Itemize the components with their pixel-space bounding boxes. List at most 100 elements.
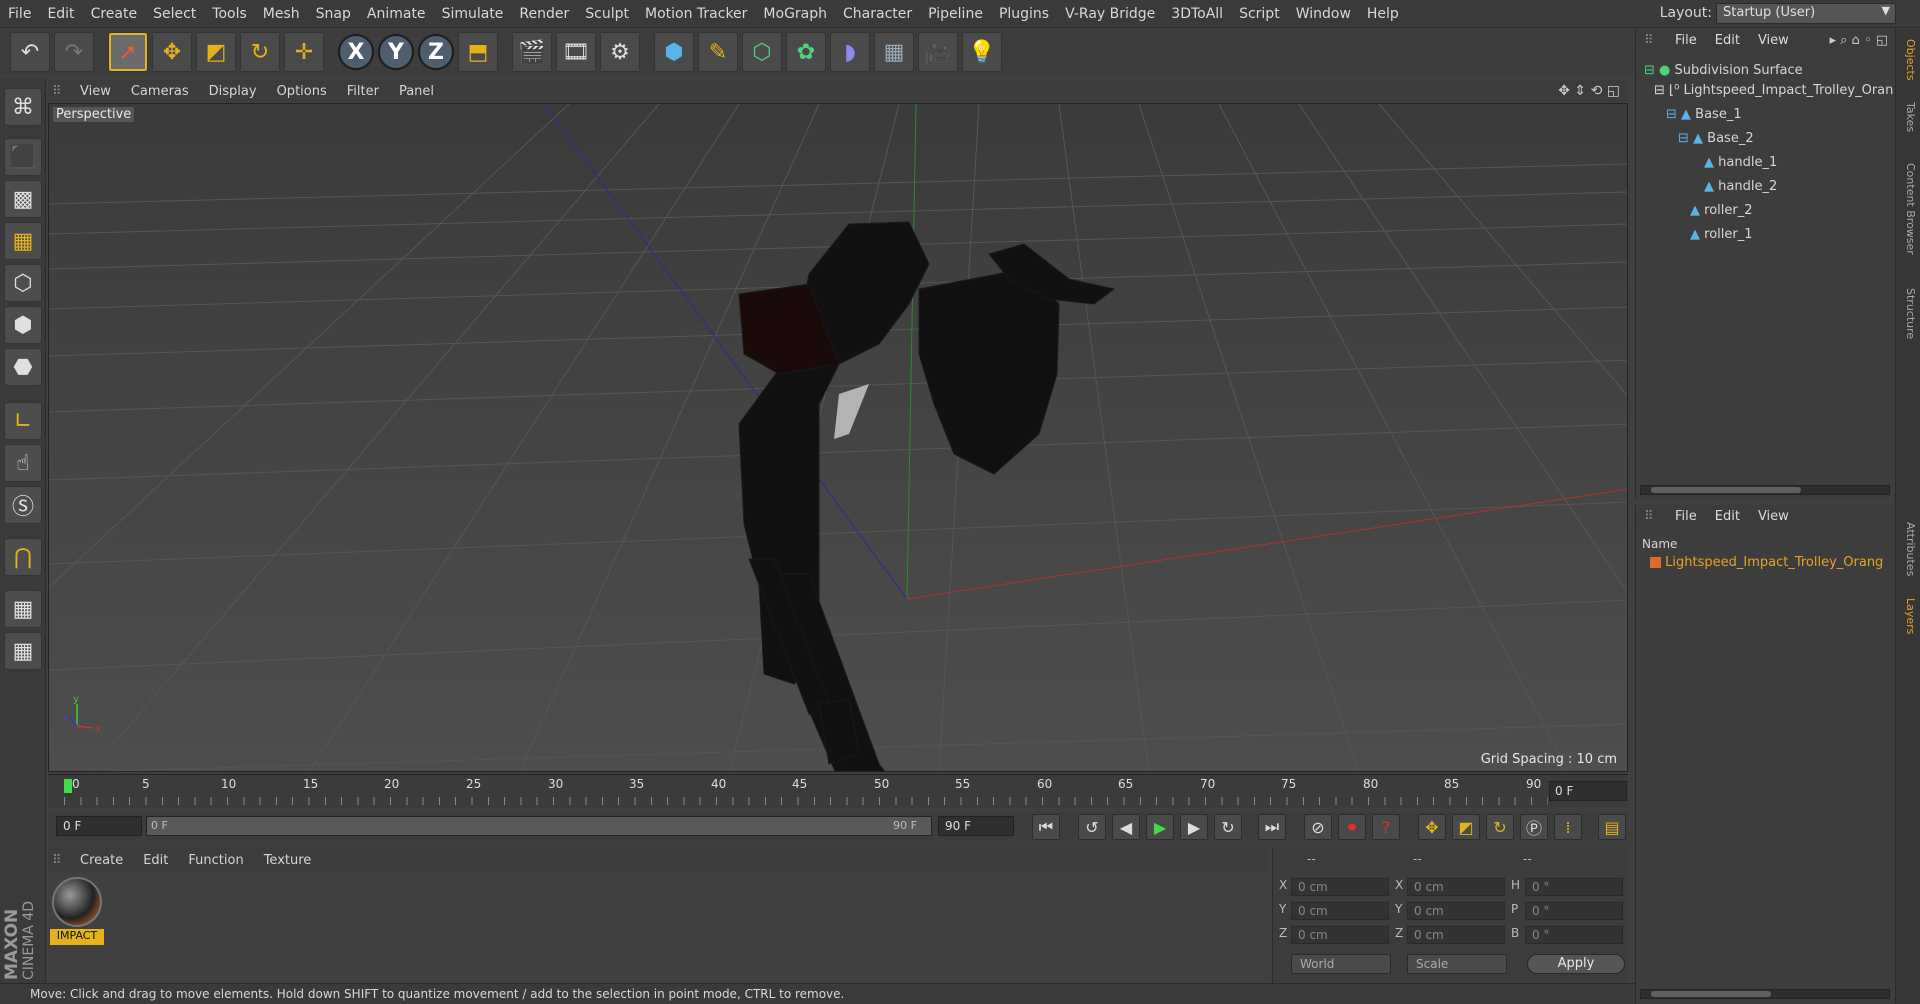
menu-sculpt[interactable]: Sculpt [577,6,637,22]
menu-script[interactable]: Script [1231,6,1288,22]
menu-create[interactable]: Create [83,6,146,22]
tab-layers[interactable]: Layers [1899,591,1917,641]
key-scale-icon[interactable]: ◩ [1452,814,1480,840]
tab-objects[interactable]: Objects [1899,35,1917,85]
z-axis-icon[interactable]: Z [418,34,454,70]
rotation-h-field[interactable]: 0 ° [1525,878,1623,896]
scale-z-field[interactable]: 0 cm [1407,926,1505,944]
tab-takes[interactable]: Takes [1899,97,1917,137]
render-settings-icon[interactable]: ⚙ [600,32,640,72]
tab-structure[interactable]: Structure [1899,279,1917,349]
menu-pipeline[interactable]: Pipeline [920,6,991,22]
texture-mode-icon[interactable]: ▩ [4,180,42,218]
previous-frame-icon[interactable]: ◀ [1112,814,1140,840]
undo-icon[interactable]: ↶ [10,32,50,72]
pen-icon[interactable]: ✎ [698,32,738,72]
scale-x-field[interactable]: 0 cm [1407,878,1505,896]
coordinate-mode-dropdown[interactable]: Scale [1407,954,1507,974]
end-frame-field[interactable]: 90 F [938,816,1014,836]
coordinate-space-dropdown[interactable]: World [1291,954,1391,974]
scale-icon[interactable]: ◩ [196,32,236,72]
rotate-icon[interactable]: ↻ [240,32,280,72]
position-y-field[interactable]: 0 cm [1291,902,1389,920]
go-to-end-icon[interactable]: ⏭ [1258,814,1286,840]
current-frame-field[interactable]: 0 F [1549,781,1627,801]
axis-mode-icon[interactable]: ∟ [4,402,42,440]
material-edit-menu[interactable]: Edit [133,853,178,868]
key-pla-icon[interactable]: ⁞ [1554,814,1582,840]
menu-edit[interactable]: Edit [39,6,82,22]
floor-icon[interactable]: ▦ [874,32,914,72]
viewport-options-menu[interactable]: Options [267,84,337,99]
menu-3dtoall[interactable]: 3DToAll [1163,6,1231,22]
deformer-icon[interactable]: ◗ [830,32,870,72]
tab-content-browser[interactable]: Content Browser [1899,149,1917,269]
tree-item[interactable]: ▲ handle_1 [1704,155,1777,170]
layers-edit-menu[interactable]: Edit [1706,509,1749,524]
tree-item[interactable]: ⊟ ⌊⁰ Lightspeed_Impact_Trolley_Oran [1654,83,1893,98]
menu-simulate[interactable]: Simulate [434,6,512,22]
planar-workplane-icon[interactable]: ▦ [4,632,42,670]
edges-mode-icon[interactable]: ⬢ [4,306,42,344]
viewport-3d[interactable]: y x z Perspective Grid Spacing : 10 cm [48,103,1628,772]
start-frame-field[interactable]: 0 F [56,816,142,836]
menu-character[interactable]: Character [835,6,920,22]
position-x-field[interactable]: 0 cm [1291,878,1389,896]
menu-tools[interactable]: Tools [204,6,255,22]
tab-attributes[interactable]: Attributes [1899,509,1917,589]
menu-select[interactable]: Select [145,6,204,22]
layout-select[interactable]: Startup (User) ▼ [1716,3,1896,24]
objects-scrollbar[interactable] [1640,485,1890,495]
material-thumbnail[interactable] [52,877,102,927]
move-icon[interactable]: ✥ [152,32,192,72]
menu-help[interactable]: Help [1359,6,1407,22]
viewport-view-menu[interactable]: View [70,84,121,99]
menu-mesh[interactable]: Mesh [255,6,308,22]
objects-toolbar-icons[interactable]: ▸ ⌕ ⌂ ◦ ◱ [1829,33,1888,48]
playhead-marker[interactable] [64,779,72,793]
next-key-icon[interactable]: ↻ [1214,814,1242,840]
keyframe-selection-icon[interactable]: ⊘ [1304,814,1332,840]
menu-file[interactable]: File [0,6,39,22]
menu-render[interactable]: Render [511,6,577,22]
menu-snap[interactable]: Snap [308,6,359,22]
viewport-cameras-menu[interactable]: Cameras [121,84,199,99]
objects-edit-menu[interactable]: Edit [1706,33,1749,48]
tree-item[interactable]: ▲ roller_1 [1690,227,1753,242]
layers-file-menu[interactable]: File [1666,509,1706,524]
autokey-icon[interactable]: ? [1372,814,1400,840]
menu-motion-tracker[interactable]: Motion Tracker [637,6,755,22]
camera-icon[interactable]: 🎥 [918,32,958,72]
tweak-icon[interactable]: ☝ [4,444,42,482]
workplane-icon[interactable]: ▦ [4,222,42,260]
go-to-start-icon[interactable]: ⏮ [1032,814,1060,840]
solo-icon[interactable]: Ⓢ [4,486,42,524]
model-mode-icon[interactable]: ⬛ [4,138,42,176]
tree-item[interactable]: ▲ roller_2 [1690,203,1753,218]
tree-item[interactable]: ⊟ ▲ Base_1 [1666,107,1742,122]
lock-workplane-icon[interactable]: ▦ [4,590,42,628]
menu-plugins[interactable]: Plugins [991,6,1057,22]
apply-button[interactable]: Apply [1527,954,1625,974]
menu-animate[interactable]: Animate [359,6,434,22]
redo-icon[interactable]: ↷ [54,32,94,72]
rotation-b-field[interactable]: 0 ° [1525,926,1623,944]
scrollbar-thumb[interactable] [1651,991,1771,997]
points-mode-icon[interactable]: ⬡ [4,264,42,302]
scrollbar-thumb[interactable] [1651,487,1801,493]
light-icon[interactable]: 💡 [962,32,1002,72]
objects-view-menu[interactable]: View [1749,33,1798,48]
position-z-field[interactable]: 0 cm [1291,926,1389,944]
y-axis-icon[interactable]: Y [378,34,414,70]
tree-item[interactable]: ⊟ ▲ Base_2 [1678,131,1754,146]
layers-view-menu[interactable]: View [1749,509,1798,524]
key-rotation-icon[interactable]: ↻ [1486,814,1514,840]
menu-mograph[interactable]: MoGraph [755,6,835,22]
polygons-mode-icon[interactable]: ⬣ [4,348,42,386]
subdivision-icon[interactable]: ⬡ [742,32,782,72]
menu-window[interactable]: Window [1288,6,1359,22]
tree-item[interactable]: ⊟ ● Subdivision Surface [1644,63,1803,78]
tree-item[interactable]: ▲ handle_2 [1704,179,1777,194]
viewport-nav-icons[interactable]: ✥ ⇕ ⟲ ◱ [1558,83,1620,99]
record-icon[interactable]: ⏺ [1338,814,1366,840]
